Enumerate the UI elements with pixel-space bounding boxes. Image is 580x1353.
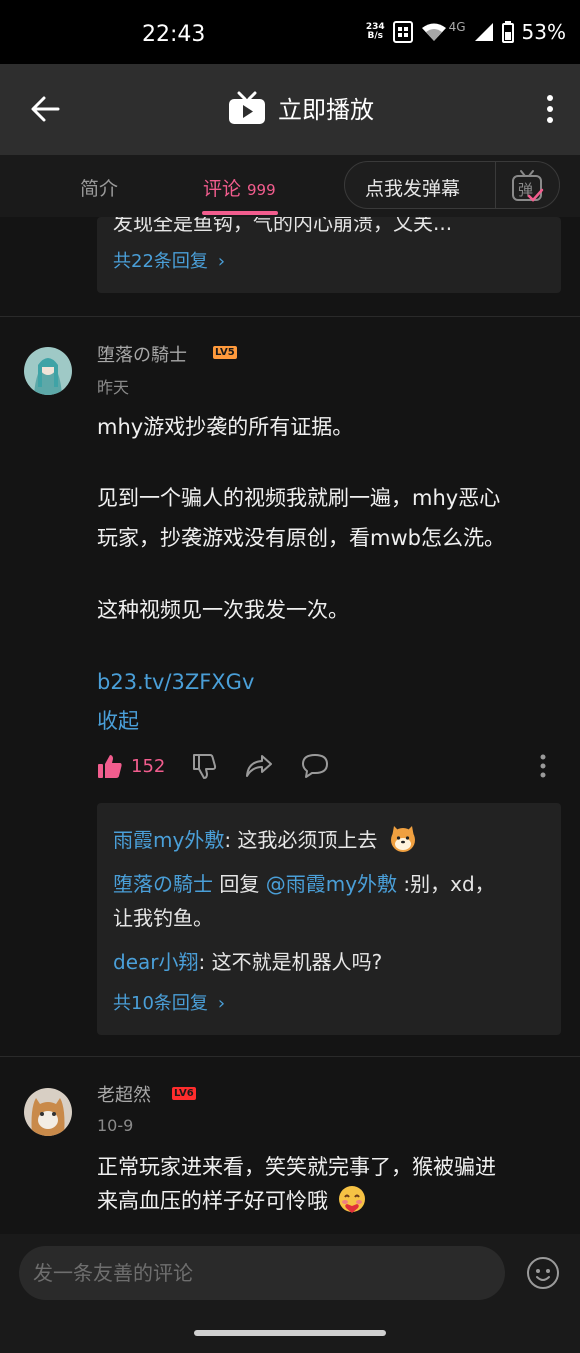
tab-active-indicator	[202, 211, 278, 215]
network-type: 4G	[448, 20, 466, 34]
more-replies-link[interactable]: 共10条回复 ›	[113, 989, 225, 1015]
reply-item[interactable]: 堕落の騎士 回复 @雨霞my外敷 :别，xd，	[113, 867, 543, 901]
comment-link[interactable]: b23.tv/3ZFXGv	[97, 670, 254, 694]
chevron-right-icon: ›	[217, 251, 226, 272]
tab-comments[interactable]: 评论 999	[203, 174, 276, 201]
comment-date: 10-9	[97, 1116, 134, 1135]
comment-line-text: 来高血压的样子好可怜哦	[97, 1189, 328, 1213]
danmaku-button-label: 点我发弹幕	[365, 178, 461, 200]
avatar[interactable]	[24, 1088, 72, 1136]
app-title: 立即播放	[278, 96, 374, 124]
shiba-emoji-icon	[390, 826, 415, 852]
comment-date: 昨天	[97, 378, 130, 397]
app-bar: 立即播放	[0, 64, 580, 155]
reply-username[interactable]: 雨霞my外敷	[113, 828, 224, 852]
home-indicator[interactable]	[194, 1330, 386, 1336]
comment-line: 来高血压的样子好可怜哦	[97, 1184, 557, 1218]
prev-more-replies-label: 共22条回复	[113, 251, 208, 272]
signal-icon	[474, 23, 493, 41]
status-bar: 22:43 234 B/s 4G 53%	[0, 0, 580, 64]
avatar-image	[24, 1088, 72, 1136]
comment-line: 这种视频见一次我发一次。	[97, 598, 349, 622]
comment-username[interactable]: 老超然	[97, 1081, 151, 1107]
comment-divider	[0, 316, 580, 317]
reply-mid: 回复	[213, 872, 266, 896]
status-time: 22:43	[142, 22, 206, 47]
comment-list[interactable]: 发现全是鱼钩，气的内心崩溃，又关... 共22条回复 › 堕落の騎士 LV5 昨天…	[0, 217, 580, 1234]
reply-icon[interactable]	[301, 753, 329, 779]
avatar[interactable]	[24, 347, 72, 395]
comment-username[interactable]: 堕落の騎士	[97, 341, 187, 367]
comment-actions: 152	[97, 753, 557, 783]
comment-divider	[0, 1056, 580, 1057]
comment-input[interactable]	[19, 1246, 505, 1300]
like-icon[interactable]	[97, 753, 123, 779]
battery-icon	[501, 21, 514, 43]
reply-text: : 这不就是机器人吗?	[198, 950, 383, 974]
share-icon[interactable]	[245, 753, 273, 779]
more-replies-label: 共10条回复	[113, 993, 208, 1014]
net-speed: 234 B/s	[366, 23, 385, 41]
reply-text: :别，xd，	[397, 872, 495, 896]
more-vertical-icon[interactable]	[539, 753, 547, 779]
tab-comments-label: 评论	[203, 178, 242, 200]
comment-line: 正常玩家进来看，笑笑就完事了，猴被骗进	[97, 1155, 496, 1179]
status-icons: 234 B/s 4G 53%	[366, 20, 566, 44]
prev-reply-text: 发现全是鱼钩，气的内心崩溃，又关...	[113, 217, 453, 235]
more-vertical-icon[interactable]	[546, 94, 554, 124]
reply-text-continued: 让我钓鱼。	[113, 906, 213, 930]
play-now-button[interactable]: 立即播放	[228, 90, 374, 125]
reply-username[interactable]: dear小翔	[113, 950, 198, 974]
sim-icon	[392, 21, 413, 43]
blush-emoji-icon	[338, 1186, 365, 1213]
wifi-icon	[421, 23, 446, 41]
avatar-image	[24, 347, 72, 395]
reply-username[interactable]: 堕落の騎士	[113, 872, 213, 896]
battery-percent: 53%	[521, 20, 566, 44]
prev-more-replies-link[interactable]: 共22条回复 ›	[113, 247, 225, 273]
level-badge: LV6	[172, 1087, 196, 1100]
comment-line: mhy游戏抄袭的所有证据。	[97, 415, 354, 439]
level-badge: LV5	[213, 346, 237, 359]
tab-comments-count: 999	[247, 181, 276, 199]
back-arrow-icon[interactable]	[30, 94, 60, 124]
reply-item[interactable]: dear小翔: 这不就是机器人吗?	[113, 945, 543, 979]
prev-replies-box: 发现全是鱼钩，气的内心崩溃，又关... 共22条回复 ›	[97, 217, 561, 293]
net-speed-unit: B/s	[367, 31, 383, 41]
tab-intro[interactable]: 简介	[80, 174, 118, 201]
chevron-right-icon: ›	[217, 993, 226, 1014]
collapse-link[interactable]: 收起	[97, 705, 139, 735]
comment-line: 见到一个骗人的视频我就刷一遍，mhy恶心	[97, 486, 501, 510]
bottom-bar	[0, 1234, 580, 1353]
danmaku-toggle-icon[interactable]: 弹	[509, 168, 545, 204]
dislike-icon[interactable]	[191, 753, 217, 779]
emoji-icon[interactable]	[526, 1256, 560, 1290]
danmaku-divider	[495, 162, 496, 208]
replies-box: 雨霞my外敷: 这我必须顶上去 堕落の騎士 回复 @雨霞my外敷 :别，xd， …	[97, 803, 561, 1035]
tv-icon	[229, 91, 265, 124]
danmaku-input-pill[interactable]: 点我发弹幕 弹	[344, 161, 560, 209]
reply-mention[interactable]: @雨霞my外敷	[266, 872, 397, 896]
comment-line: 玩家，抄袭游戏没有原创，看mwb怎么洗。	[97, 526, 505, 550]
reply-text: : 这我必须顶上去	[224, 828, 378, 852]
like-count: 152	[131, 756, 166, 777]
reply-item[interactable]: 雨霞my外敷: 这我必须顶上去	[113, 823, 543, 857]
